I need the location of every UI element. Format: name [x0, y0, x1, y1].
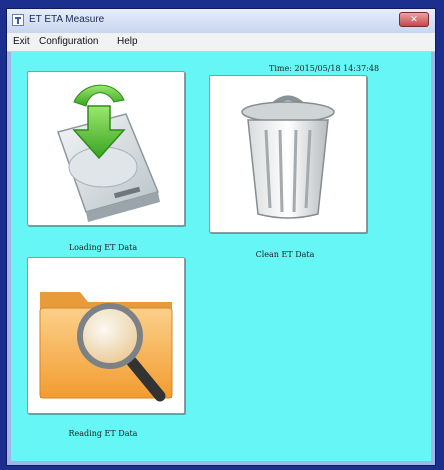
menu-configuration[interactable]: Configuration	[39, 36, 98, 47]
folder-search-icon	[39, 292, 173, 402]
download-drive-icon	[57, 84, 160, 222]
clean-data-button[interactable]	[209, 75, 367, 233]
close-button[interactable]: ✕	[399, 12, 429, 27]
reading-data-label: Reading ET Data	[68, 429, 138, 438]
loading-data-button[interactable]	[27, 71, 185, 226]
clean-data-label: Clean ET Data	[255, 250, 315, 259]
app-window: ET ETA Measure ✕ Exit Configuration Help…	[6, 8, 436, 466]
menu-exit[interactable]: Exit	[13, 36, 30, 47]
app-icon	[12, 14, 24, 26]
client-area: Time: 2015/05/18 14:37:48 Loading ET Dat…	[11, 52, 431, 461]
reading-data-button[interactable]	[27, 257, 185, 414]
time-display: Time: 2015/05/18 14:37:48	[269, 64, 380, 73]
window-title: ET ETA Measure	[29, 14, 105, 25]
title-bar[interactable]: ET ETA Measure ✕	[7, 9, 435, 34]
trash-can-icon	[241, 95, 335, 219]
menu-bar: Exit Configuration Help	[7, 33, 435, 52]
menu-help[interactable]: Help	[117, 36, 138, 47]
loading-data-label: Loading ET Data	[68, 243, 138, 252]
